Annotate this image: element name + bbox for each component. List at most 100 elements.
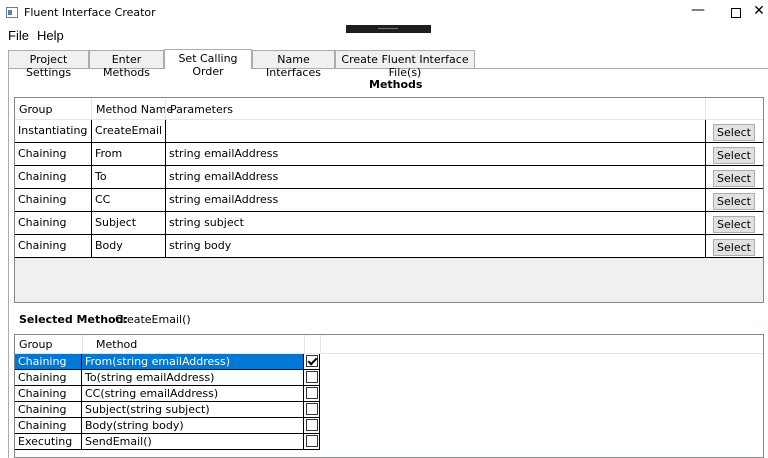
cell-checkbox [304,370,320,386]
cell-group: Instantiating [18,124,88,137]
menu-help[interactable]: Help [37,28,64,43]
tab-project-settings[interactable]: Project Settings [8,50,89,79]
column-header-parameters[interactable]: Parameters [170,103,233,116]
menu-file[interactable]: File [8,28,29,43]
table-row[interactable]: Chaining From string emailAddress Select [15,143,763,166]
cell-method-name: CreateEmail [95,124,163,137]
cell-checkbox [304,354,320,370]
table-row[interactable]: Chaining CC(string emailAddress) [15,386,763,402]
cell-group: Chaining [18,239,67,252]
select-button[interactable]: Select [713,124,755,141]
cell-border [165,189,166,212]
table-row[interactable]: Chaining To string emailAddress Select [15,166,763,189]
cell-method: CC(string emailAddress) [82,386,304,402]
column-header-method-name[interactable]: Method Name [96,103,173,116]
column-header-group[interactable]: Group [19,338,53,351]
table-row[interactable]: Chaining Subject string subject Select [15,212,763,235]
methods-section-title: Methods [369,78,423,91]
column-separator[interactable] [320,335,321,354]
table-row[interactable]: Chaining From(string emailAddress) [15,354,763,370]
cell-border [705,189,706,212]
cell-group: Executing [15,434,82,450]
column-separator[interactable] [705,98,706,120]
cell-border [165,166,166,189]
cell-border [91,120,92,143]
column-separator[interactable] [91,98,92,120]
cell-border [705,120,706,143]
cell-method: To(string emailAddress) [82,370,304,386]
select-button[interactable]: Select [713,170,755,187]
table-row[interactable]: Executing SendEmail() [15,434,763,450]
cell-method-name: Subject [95,216,137,229]
cell-checkbox [304,434,320,450]
cell-border [705,166,706,189]
cell-group: Chaining [18,147,67,160]
cell-border [91,166,92,189]
order-checkbox[interactable] [306,371,318,383]
cell-method: From(string emailAddress) [82,354,304,370]
table-row[interactable]: Chaining Body string body Select [15,235,763,258]
debug-toolbar-handle[interactable] [346,25,431,33]
cell-border [705,212,706,235]
calling-order-grid[interactable]: Group Method Chaining From(string emailA… [14,334,764,458]
table-row[interactable]: Chaining Subject(string subject) [15,402,763,418]
cell-method: Body(string body) [82,418,304,434]
table-row[interactable]: Chaining CC string emailAddress Select [15,189,763,212]
order-checkbox[interactable] [306,435,318,447]
app-window-icon [6,7,18,18]
methods-grid-header: Group Method Name Parameters [15,98,763,120]
tab-set-calling-order[interactable]: Set Calling Order [164,49,252,78]
methods-grid[interactable]: Group Method Name Parameters Instantiati… [14,97,764,303]
tab-create-fluent-interface-files[interactable]: Create Fluent Interface File(s) [335,50,475,79]
cell-parameters: string emailAddress [169,193,279,206]
table-row[interactable]: Instantiating CreateEmail Select [15,120,763,143]
order-checkbox[interactable] [306,387,318,399]
column-separator[interactable] [165,98,166,120]
cell-border [91,212,92,235]
selected-method-label: Selected Method: [19,313,128,326]
select-button[interactable]: Select [713,147,755,164]
cell-border [91,235,92,258]
cell-group: Chaining [15,418,82,434]
window-title: Fluent Interface Creator [24,6,156,19]
cell-group: Chaining [15,386,82,402]
cell-group: Chaining [15,402,82,418]
column-header-group[interactable]: Group [19,103,53,116]
tab-name-interfaces[interactable]: Name Interfaces [252,50,335,79]
order-checkbox[interactable] [306,355,318,367]
cell-parameters: string body [169,239,232,252]
cell-border [165,235,166,258]
title-bar[interactable]: Fluent Interface Creator — ✕ [0,0,768,26]
cell-checkbox [304,418,320,434]
cell-parameters: string subject [169,216,244,229]
tab-enter-methods[interactable]: Enter Methods [89,50,164,79]
order-checkbox[interactable] [306,419,318,431]
cell-checkbox [304,402,320,418]
selected-method-value: CreateEmail() [115,313,191,326]
cell-method-name: CC [95,193,111,206]
cell-method-name: From [95,147,123,160]
column-separator[interactable] [82,335,83,354]
cell-parameters: string emailAddress [169,147,279,160]
column-header-method[interactable]: Method [96,338,137,351]
cell-border [165,143,166,166]
minimize-button[interactable]: — [683,2,713,20]
cell-border [91,143,92,166]
select-button[interactable]: Select [713,216,755,233]
cell-border [165,212,166,235]
cell-group: Chaining [18,216,67,229]
close-button[interactable]: ✕ [744,3,768,21]
cell-group: Chaining [18,193,67,206]
order-checkbox[interactable] [306,403,318,415]
maximize-icon [731,8,741,18]
cell-checkbox [304,386,320,402]
cell-method-name: To [95,170,107,183]
cell-border [165,120,166,143]
cell-method-name: Body [95,239,123,252]
select-button[interactable]: Select [713,193,755,210]
table-row[interactable]: Chaining Body(string body) [15,418,763,434]
table-row[interactable]: Chaining To(string emailAddress) [15,370,763,386]
column-separator[interactable] [304,335,305,354]
select-button[interactable]: Select [713,239,755,256]
cell-parameters: string emailAddress [169,170,279,183]
